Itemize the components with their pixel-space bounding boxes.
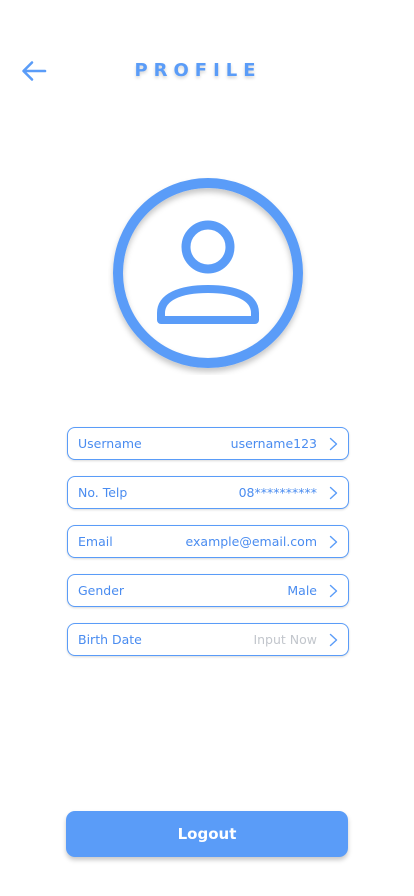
field-label: Birth Date	[78, 632, 142, 647]
field-value: username123	[230, 436, 317, 451]
logout-button[interactable]: Logout	[66, 811, 348, 857]
field-value-placeholder: Input Now	[253, 632, 317, 647]
field-phone[interactable]: No. Telp 08**********	[67, 476, 349, 509]
field-value: example@email.com	[185, 534, 317, 549]
chevron-right-icon	[329, 633, 338, 647]
field-value: 08**********	[238, 485, 317, 500]
chevron-right-icon	[329, 486, 338, 500]
page-title: PROFILE	[134, 60, 262, 81]
chevron-right-icon	[329, 535, 338, 549]
avatar[interactable]	[108, 175, 308, 375]
field-label: Email	[78, 534, 113, 549]
field-label: No. Telp	[78, 485, 128, 500]
profile-fields: Username username123 No. Telp 08********…	[67, 427, 349, 672]
chevron-right-icon	[329, 437, 338, 451]
field-birth-date[interactable]: Birth Date Input Now	[67, 623, 349, 656]
field-gender[interactable]: Gender Male	[67, 574, 349, 607]
chevron-right-icon	[329, 584, 338, 598]
field-label: Gender	[78, 583, 125, 598]
field-value: Male	[287, 583, 317, 598]
user-icon	[113, 178, 303, 368]
field-label: Username	[78, 436, 142, 451]
field-email[interactable]: Email example@email.com	[67, 525, 349, 558]
field-username[interactable]: Username username123	[67, 427, 349, 460]
